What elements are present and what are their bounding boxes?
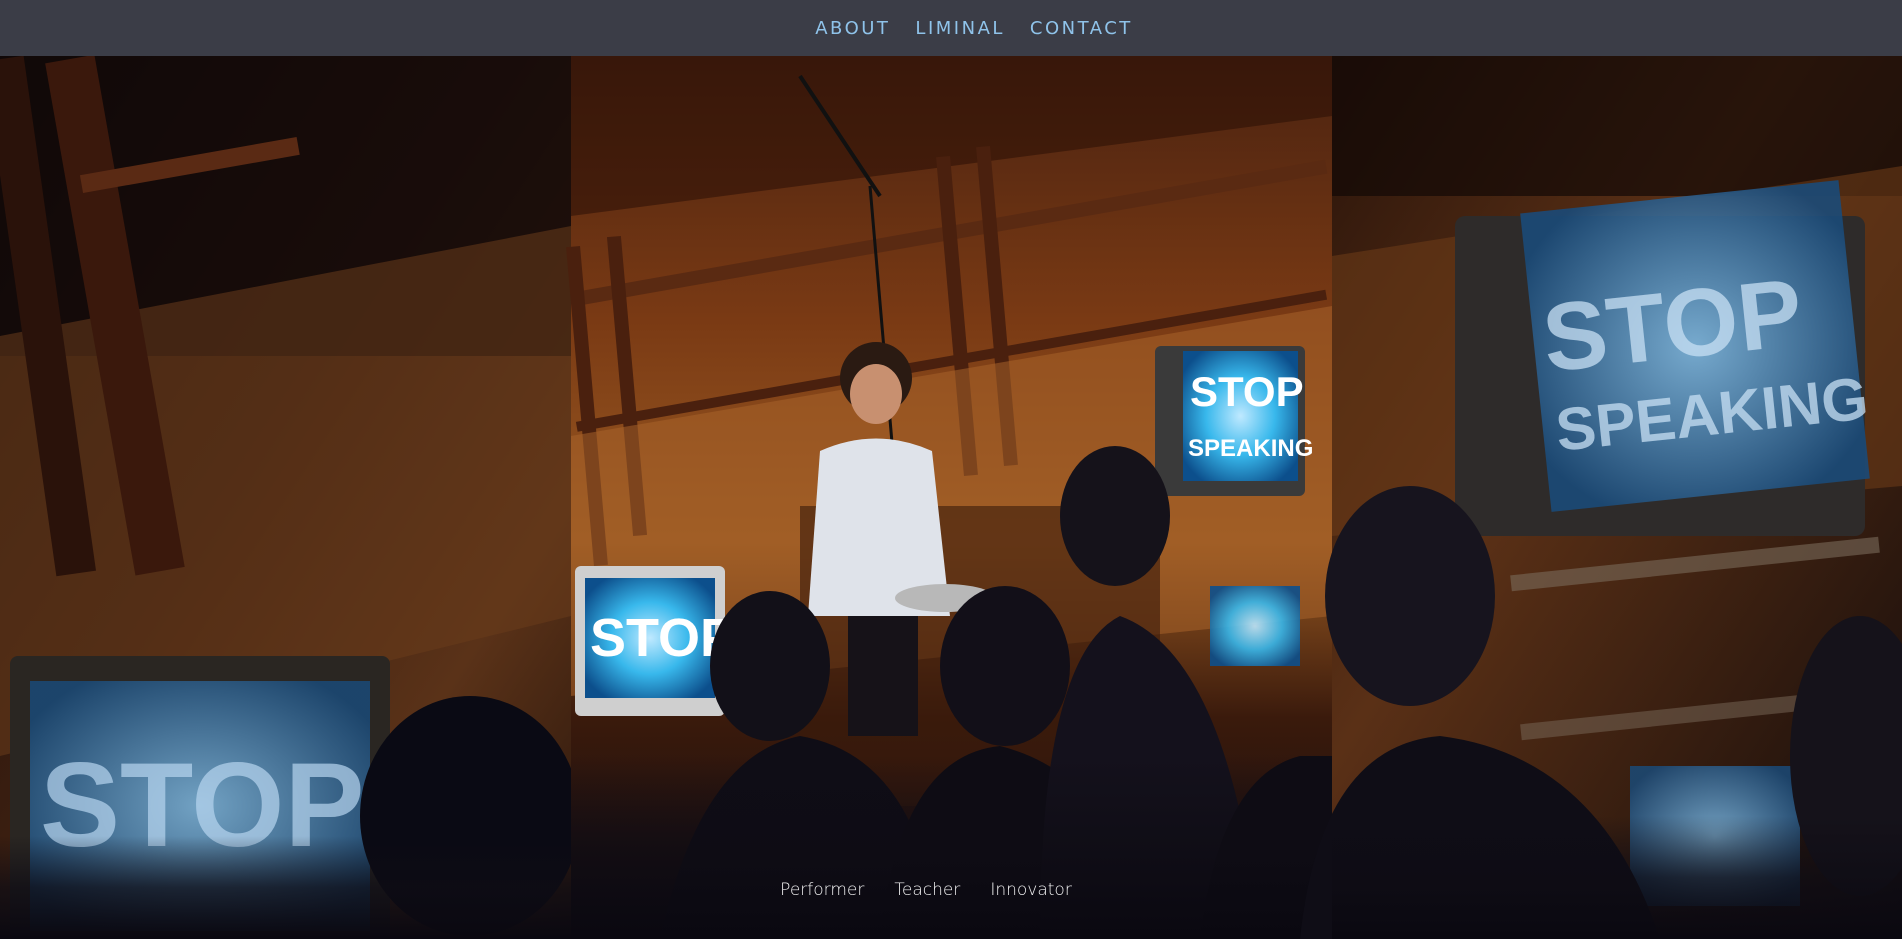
right-screen-stop-text: STOP	[1190, 368, 1304, 415]
tagline-performer: Performer	[780, 880, 865, 900]
tagline-innovator: Innovator	[990, 880, 1072, 900]
main-nav: ABOUT LIMINAL CONTACT	[815, 18, 1133, 39]
top-navigation-bar: ABOUT LIMINAL CONTACT	[0, 0, 1902, 56]
tagline-row: Performer Teacher Innovator	[0, 880, 1902, 900]
right-screen-speaking-text: SPEAKING	[1188, 435, 1313, 462]
left-blurred-panel: STOP	[0, 56, 580, 939]
hero-image: STOP STOP SPEAKING STOP STOP SPEAKING	[0, 56, 1902, 939]
nav-liminal-link[interactable]: LIMINAL	[915, 18, 1004, 39]
tagline-teacher: Teacher	[894, 880, 961, 900]
center-photo-panel: STOP SPEAKING STOP	[566, 56, 1332, 939]
nav-contact-link[interactable]: CONTACT	[1030, 18, 1133, 39]
hero-background: STOP STOP SPEAKING STOP STOP SPEAKING	[0, 56, 1902, 939]
right-blurred-panel: STOP SPEAKING	[1300, 56, 1902, 939]
nav-about-link[interactable]: ABOUT	[815, 18, 890, 39]
